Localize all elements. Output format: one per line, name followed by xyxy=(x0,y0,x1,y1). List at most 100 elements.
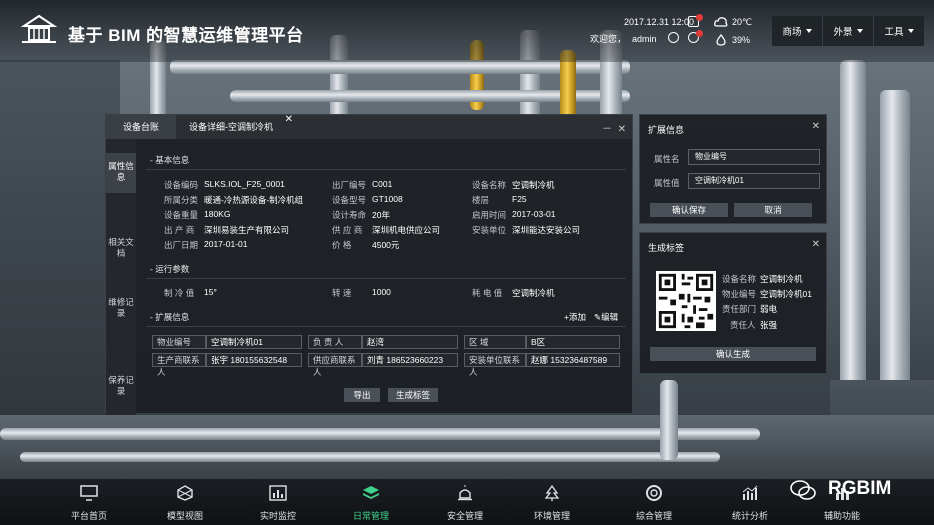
field-value: 15° xyxy=(204,287,217,297)
label-field-name: 设备名称 xyxy=(722,274,757,284)
table-cell: 空调制冷机01 xyxy=(206,335,302,349)
nav-monitor[interactable]: 实时监控 xyxy=(233,479,323,525)
field-label: 制 冷 值 xyxy=(164,288,195,298)
nav-model[interactable]: 模型视图 xyxy=(140,479,230,525)
field-label: 供 应 商 xyxy=(332,225,363,235)
table-cell: 区 域 xyxy=(464,335,526,349)
chevron-down-icon xyxy=(805,29,812,33)
field-value: 4500元 xyxy=(372,240,400,250)
table-cell: B区 xyxy=(526,335,620,349)
ext-panel-title: 扩展信息 xyxy=(648,125,685,135)
field-label: 转 速 xyxy=(332,288,352,298)
datetime: 2017.12.31 12:00 xyxy=(624,17,695,27)
nav-daily[interactable]: 日常管理 xyxy=(326,479,416,525)
field-value: 空调制冷机 xyxy=(512,180,555,190)
divider xyxy=(146,169,626,170)
field-label: 设备型号 xyxy=(332,195,367,205)
attr-value-input[interactable]: 空调制冷机01 xyxy=(688,173,820,189)
table-cell: 张宇 180155632548 xyxy=(206,353,302,367)
confirm-generate-button[interactable]: 确认生成 xyxy=(650,347,816,361)
humidity: 39% xyxy=(732,35,751,45)
confirm-save-button[interactable]: 确认保存 xyxy=(650,203,728,217)
close-icon[interactable]: ✕ xyxy=(812,121,820,132)
alarm-light-icon xyxy=(458,485,472,501)
side-tab-documents[interactable]: 相关文档 xyxy=(106,229,136,269)
attr-name-input[interactable]: 物业编号 xyxy=(688,149,820,165)
menu-tools[interactable]: 工具 xyxy=(873,16,924,46)
attribute-content: - 基本信息 设备编码 SLKS.IOL_F25_0001 出厂编号 C001 … xyxy=(136,139,634,415)
export-button[interactable]: 导出 xyxy=(344,388,380,402)
close-tab-icon[interactable]: ✕ xyxy=(285,108,293,132)
menu-mall[interactable]: 商场 xyxy=(772,16,822,46)
field-value: 2017-01-01 xyxy=(204,239,248,249)
nav-statistics[interactable]: 统计分析 xyxy=(705,479,795,525)
chevron-down-icon xyxy=(856,29,863,33)
label-field-value: 张强 xyxy=(760,320,778,330)
field-label: 耗 电 值 xyxy=(472,288,503,298)
field-label: 楼层 xyxy=(472,195,490,205)
welcome-text: 欢迎您， admin xyxy=(590,34,657,44)
side-tab-maintenance[interactable]: 保养记录 xyxy=(106,367,136,407)
run-params-header: - 运行参数 xyxy=(150,264,190,274)
wechat-icon xyxy=(790,480,816,500)
watermark-text: RGBIM xyxy=(828,478,892,499)
edit-link[interactable]: ✎编辑 xyxy=(594,311,618,323)
nav-environment[interactable]: 环境管理 xyxy=(507,479,597,525)
username[interactable]: admin xyxy=(632,34,657,44)
nav-label: 平台首页 xyxy=(70,511,107,521)
table-cell: 物业编号 xyxy=(152,335,206,349)
field-label: 设备名称 xyxy=(472,180,507,190)
weather-cloud-icon xyxy=(714,17,728,27)
panel-controls: － ✕ xyxy=(602,120,626,135)
qr-code xyxy=(656,271,716,331)
field-value: 暖通-冷热源设备-制冷机组 xyxy=(204,195,304,205)
nav-label: 辅助功能 xyxy=(823,511,860,521)
field-value: 深圳能达安装公司 xyxy=(512,225,581,235)
field-value: C001 xyxy=(372,179,393,189)
label-panel-title: 生成标签 xyxy=(648,243,685,253)
monitor-icon xyxy=(80,485,98,501)
lifebuoy-icon xyxy=(646,485,662,501)
field-label: 所属分类 xyxy=(164,195,199,205)
field-value: 1000 xyxy=(372,287,391,297)
table-cell: 赵娜 153236487589 xyxy=(526,353,620,367)
model-cube-icon xyxy=(177,485,193,501)
ext-info-panel: 扩展信息 ✕ 属性名 物业编号 属性值 空调制冷机01 确认保存 取消 xyxy=(639,114,827,224)
nav-security[interactable]: 安全管理 xyxy=(420,479,510,525)
tab-device-ledger[interactable]: 设备台账 xyxy=(106,115,176,139)
side-tab-attributes[interactable]: 属性信息 xyxy=(106,153,136,193)
nav-label: 环境管理 xyxy=(533,511,570,521)
top-menu: 商场 外景 工具 xyxy=(772,16,924,46)
nav-label: 安全管理 xyxy=(446,511,483,521)
tab-device-detail[interactable]: 设备详细-空调制冷机 ✕ xyxy=(176,114,293,139)
header-bar: 基于 BIM 的智慧运维管理平台 2017.12.31 12:00 欢迎您， ad… xyxy=(0,0,934,62)
table-cell: 赵湾 xyxy=(362,335,458,349)
cancel-button[interactable]: 取消 xyxy=(734,203,812,217)
logout-icon[interactable] xyxy=(668,32,679,43)
field-label: 安装单位 xyxy=(472,225,507,235)
nav-integrated[interactable]: 综合管理 xyxy=(609,479,699,525)
table-cell: 负 责 人 xyxy=(308,335,362,349)
watermark: RGBIM xyxy=(790,478,914,502)
field-value: F25 xyxy=(512,194,527,204)
notification-badge xyxy=(696,30,703,37)
nav-home[interactable]: 平台首页 xyxy=(44,479,134,525)
basic-info-header: - 基本信息 xyxy=(150,155,190,165)
table-cell: 生产商联系人 xyxy=(152,353,206,377)
close-icon[interactable]: ✕ xyxy=(618,124,626,135)
side-tab-repair[interactable]: 维修记录 xyxy=(106,289,136,329)
minimize-icon[interactable]: － xyxy=(602,124,612,135)
nav-label: 实时监控 xyxy=(259,511,296,521)
field-value: GT1008 xyxy=(372,194,403,204)
add-link[interactable]: +添加 xyxy=(564,311,586,323)
close-icon[interactable]: ✕ xyxy=(812,239,820,250)
field-label: 设备编码 xyxy=(164,180,199,190)
generate-label-button[interactable]: 生成标签 xyxy=(388,388,438,402)
label-field-value: 弱电 xyxy=(760,304,778,314)
bar-monitor-icon xyxy=(269,485,287,501)
field-label: 启用时间 xyxy=(472,210,507,220)
message-badge xyxy=(696,14,703,21)
label-field-name: 责任部门 xyxy=(722,304,757,314)
chevron-down-icon xyxy=(907,29,914,33)
menu-exterior[interactable]: 外景 xyxy=(822,16,873,46)
